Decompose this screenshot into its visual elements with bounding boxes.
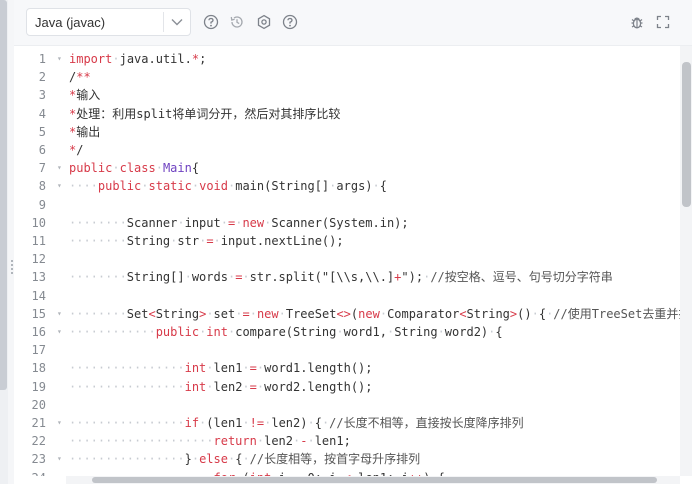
- fold-toggle-icon[interactable]: ▾: [57, 414, 65, 432]
- fold-toggle-icon[interactable]: ▾: [57, 469, 65, 476]
- editor-toolbar: Java (javac): [14, 0, 692, 46]
- code-text: ········String·str·=·input.nextLine();: [69, 234, 344, 248]
- left-panel-scrollbar[interactable]: [0, 0, 7, 390]
- line-number: 10: [31, 215, 46, 230]
- vertical-scrollbar-thumb[interactable]: [682, 62, 691, 207]
- line-number: 22: [31, 434, 46, 449]
- code-line[interactable]: 9: [14, 196, 680, 214]
- fold-toggle-icon[interactable]: ▾: [57, 323, 65, 341]
- code-text: *处理：利用split将单词分开，然后对其排序比较: [69, 106, 341, 121]
- line-number: 5: [38, 124, 46, 139]
- line-number: 9: [38, 197, 46, 212]
- code-text: *输入: [69, 88, 101, 103]
- code-line[interactable]: 19 ················int·len2·=·word2.lengt…: [14, 378, 680, 396]
- fullscreen-icon[interactable]: [654, 13, 672, 31]
- code-line[interactable]: 3 *输入: [14, 86, 680, 104]
- line-number: 14: [31, 288, 46, 303]
- code-text: ····public·static·void·main(String[]·arg…: [69, 179, 387, 194]
- code-line[interactable]: 11 ········String·str·=·input.nextLine();: [14, 232, 680, 250]
- code-text: ········Scanner·input·=·new·Scanner(Syst…: [69, 215, 409, 230]
- code-line[interactable]: 15 ▾ ········Set<String>·set·=·new·TreeSet…: [14, 305, 680, 323]
- code-line[interactable]: 10 ········Scanner·input·=·new·Scanner(Sy…: [14, 214, 680, 232]
- language-select[interactable]: Java (javac): [26, 8, 191, 36]
- code-text: public·class·Main{: [69, 161, 200, 176]
- fold-toggle-icon[interactable]: ▾: [57, 305, 65, 323]
- settings-gear-icon[interactable]: [255, 13, 273, 31]
- chevron-down-icon[interactable]: [164, 9, 190, 35]
- code-text: import·java.util.*;: [69, 52, 207, 66]
- line-number: 4: [38, 106, 46, 121]
- line-number: 21: [31, 416, 46, 430]
- line-number: 23: [31, 452, 46, 467]
- fold-toggle-icon[interactable]: ▾: [57, 159, 65, 177]
- code-text: ············public·int·compare(String·wo…: [69, 325, 503, 339]
- code-line[interactable]: 16 ▾ ············public·int·compare(String…: [14, 323, 680, 341]
- line-number: 15: [31, 306, 46, 321]
- code-area[interactable]: 1 ▾ import·java.util.*; 2 /** 3 *输入 4 *处理：利用spli…: [14, 46, 680, 476]
- code-text: *输出: [69, 124, 101, 139]
- line-number: 18: [31, 361, 46, 376]
- code-line[interactable]: 5 *输出: [14, 123, 680, 141]
- code-line[interactable]: 13 ········String[]·words·=·str.split("[\…: [14, 268, 680, 286]
- code-text: ····················return·len2·-·len1;: [69, 434, 351, 449]
- line-number: 1: [38, 52, 46, 66]
- code-text: /**: [69, 70, 91, 85]
- line-number: 8: [38, 179, 46, 194]
- code-line[interactable]: 23 ▾ ················}·else·{·//长度相等，按首字母升…: [14, 450, 680, 468]
- line-number: 19: [31, 379, 46, 394]
- fold-toggle-icon[interactable]: ▾: [57, 450, 65, 468]
- code-text: ····················for·(int·i·=·0;·i·<·…: [69, 469, 445, 476]
- line-number: 17: [31, 343, 46, 358]
- code-line[interactable]: 22 ····················return·len2·-·len1…: [14, 432, 680, 450]
- code-text: ················}·else·{·//长度相等，按首字母升序排列: [69, 452, 421, 467]
- code-line[interactable]: 4 *处理：利用split将单词分开，然后对其排序比较: [14, 105, 680, 123]
- line-number: 2: [38, 70, 46, 85]
- language-select-value: Java (javac): [35, 14, 106, 30]
- code-text: ········String[]·words·=·str.split("[\\s…: [69, 270, 613, 285]
- code-line[interactable]: 7 ▾ public·class·Main{: [14, 159, 680, 177]
- code-text: */: [69, 143, 84, 157]
- code-text: ················int·len1·=·word1.length(…: [69, 361, 373, 376]
- line-number: 3: [38, 88, 46, 103]
- code-line[interactable]: 20: [14, 396, 680, 414]
- debug-bug-icon[interactable]: [628, 13, 646, 31]
- code-line[interactable]: 17: [14, 341, 680, 359]
- line-number: 16: [31, 325, 46, 339]
- line-number: 12: [31, 252, 46, 267]
- code-text: ················if·(len1·!=·len2)·{·//长度…: [69, 416, 524, 430]
- fold-toggle-icon[interactable]: ▾: [57, 177, 65, 195]
- code-line[interactable]: 12: [14, 250, 680, 268]
- code-editor-panel: Java (javac) 1 ▾ import·java.util.*; 2 /** 3 *…: [14, 0, 692, 484]
- horizontal-scrollbar-thumb[interactable]: [92, 477, 657, 483]
- code-line[interactable]: 24 ▾ ····················for·(int·i·=·0;·i…: [14, 469, 680, 476]
- help-circle-icon[interactable]: [202, 13, 220, 31]
- line-number: 20: [31, 397, 46, 412]
- code-line[interactable]: 21 ▾ ················if·(len1·!=·len2)·{·/…: [14, 414, 680, 432]
- question-icon[interactable]: [281, 13, 299, 31]
- code-line[interactable]: 18 ················int·len1·=·word1.lengt…: [14, 359, 680, 377]
- code-line[interactable]: 2 /**: [14, 68, 680, 86]
- line-number: 7: [38, 161, 46, 176]
- line-number: 13: [31, 270, 46, 285]
- fold-toggle-icon[interactable]: ▾: [57, 50, 65, 68]
- code-text: ················int·len2·=·word2.length(…: [69, 379, 373, 394]
- code-line[interactable]: 14: [14, 287, 680, 305]
- code-line[interactable]: 1 ▾ import·java.util.*;: [14, 50, 680, 68]
- line-number: 6: [38, 143, 46, 157]
- line-number: 24: [14, 469, 46, 476]
- code-text: ········Set<String>·set·=·new·TreeSet<>(…: [69, 306, 680, 321]
- line-number: 11: [31, 234, 46, 248]
- history-icon[interactable]: [228, 13, 246, 31]
- code-line[interactable]: 8 ▾ ····public·static·void·main(String[]·a…: [14, 177, 680, 195]
- code-line[interactable]: 6 */: [14, 141, 680, 159]
